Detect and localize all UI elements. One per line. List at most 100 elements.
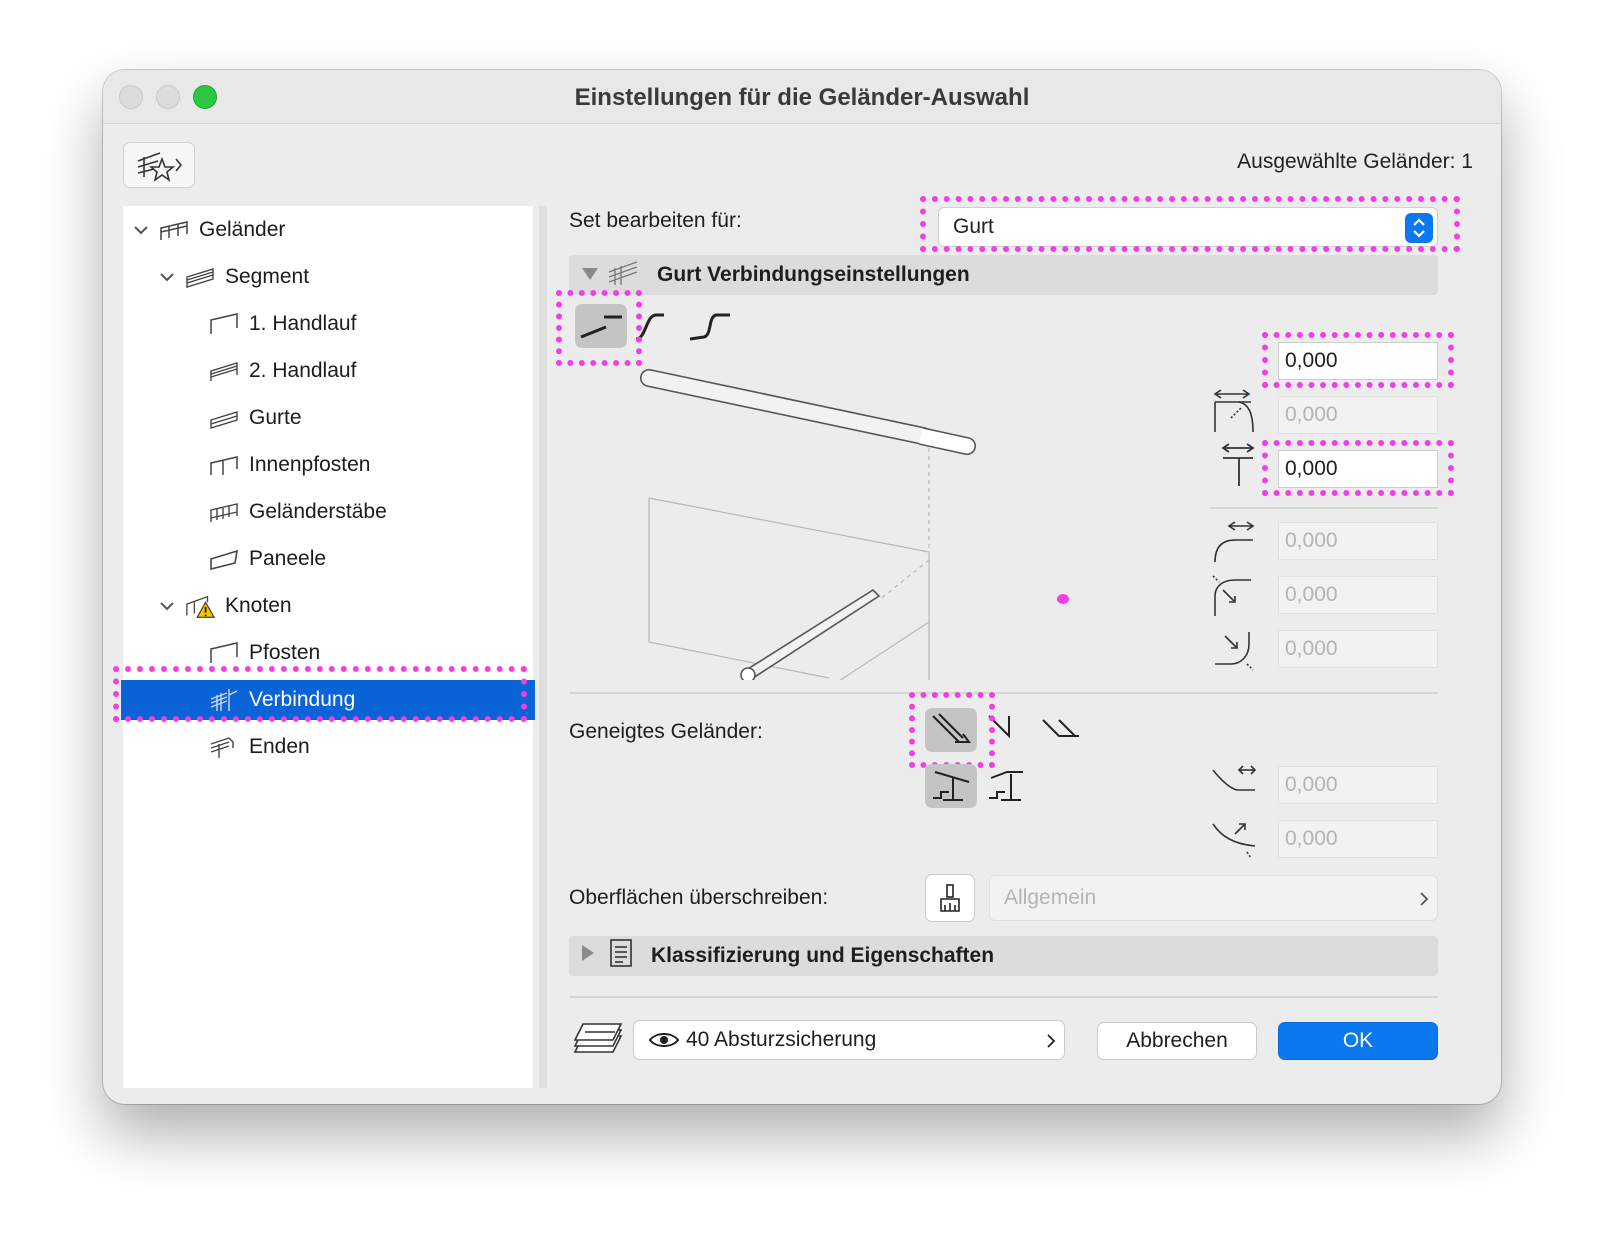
slope-type-3-button[interactable] [1035, 708, 1087, 752]
stair-post-icon [989, 771, 1023, 801]
tree-item-label: Geländerstäbe [249, 500, 387, 523]
slope-vertical-icon [988, 715, 1010, 739]
stair-type-2-button[interactable] [981, 764, 1033, 808]
slope-type-2-button[interactable] [981, 708, 1033, 752]
favorites-button[interactable] [123, 142, 195, 188]
section-title: Gurt Verbindungseinstellungen [657, 263, 970, 286]
set-edit-label: Set bearbeiten für: [569, 209, 742, 232]
connection-icon [209, 686, 239, 714]
footer-divider [569, 996, 1438, 998]
tree-item-label: Pfosten [249, 641, 321, 664]
tree-item-gelaender[interactable]: Geländer [123, 210, 533, 250]
chevron-right-icon [1047, 1034, 1056, 1048]
panel-divider[interactable] [539, 206, 547, 1088]
surface-select-value: Allgemein [1004, 886, 1097, 909]
section-divider [569, 692, 1438, 694]
connection-preview [639, 368, 977, 680]
stair-cut-icon [933, 771, 970, 801]
select-stepper-icon [1405, 213, 1433, 243]
segment-icon [185, 263, 215, 291]
settings-dialog: Einstellungen für die Geländer-Auswahl A… [103, 70, 1501, 1104]
tree-item-handlauf-2[interactable]: 2. Handlauf [123, 351, 533, 391]
ok-button[interactable]: OK [1278, 1022, 1438, 1060]
curve-offset-icon [1214, 521, 1255, 563]
tree-item-gelaenderstaebe[interactable]: Geländerstäbe [123, 492, 533, 532]
surface-override-button[interactable] [925, 874, 975, 922]
stair-type-1-button[interactable] [925, 764, 977, 808]
railing-icon [159, 216, 189, 244]
radius2-field[interactable]: 0,000 [1278, 576, 1438, 614]
ends-icon [209, 733, 239, 761]
node-warning-icon [185, 592, 215, 620]
tree-item-label: Verbindung [249, 688, 356, 711]
tree-item-enden[interactable]: Enden [123, 727, 533, 767]
surface-select[interactable]: Allgemein [989, 875, 1438, 921]
horizontal-offset-icon [1221, 443, 1255, 486]
outer-radius-icon [1215, 632, 1254, 671]
slope-offset-b-field[interactable]: 0,000 [1278, 820, 1438, 858]
chevron-down-icon[interactable] [157, 267, 177, 287]
slope-offset-a-field[interactable]: 0,000 [1278, 766, 1438, 804]
section-classification[interactable]: Klassifizierung und Eigenschaften [569, 936, 1438, 976]
settings-panel: Set bearbeiten für: Gurt Gurt Verbindung… [556, 70, 1460, 1104]
section-connection-settings[interactable]: Gurt Verbindungseinstellungen [569, 255, 1438, 295]
panel-icon [209, 545, 239, 573]
tree-item-paneele[interactable]: Paneele [123, 539, 533, 579]
tree-item-label: Enden [249, 735, 310, 758]
layer-select[interactable]: 40 Absturzsicherung [633, 1020, 1065, 1060]
slope-horizontal-icon [1042, 719, 1079, 737]
tree-item-label: 2. Handlauf [249, 359, 357, 382]
surface-override-label: Oberflächen überschreiben: [569, 886, 829, 909]
tree-item-label: Gurte [249, 406, 302, 429]
tree-item-handlauf-1[interactable]: 1. Handlauf [123, 304, 533, 344]
tree-item-label: Paneele [249, 547, 327, 570]
rail-icon [209, 404, 239, 432]
tree-item-innenpfosten[interactable]: Innenpfosten [123, 445, 533, 485]
marker-dot [1057, 594, 1069, 604]
tree-item-label: Geländer [199, 218, 286, 241]
layer-name: 40 Absturzsicherung [686, 1028, 877, 1051]
cancel-button[interactable]: Abbrechen [1097, 1022, 1257, 1060]
disclosure-down-icon[interactable] [581, 263, 599, 287]
tree-item-gurte[interactable]: Gurte [123, 398, 533, 438]
tree-item-verbindung[interactable]: Verbindung [121, 680, 535, 720]
radius1-field[interactable]: 0,000 [1278, 522, 1438, 560]
disclosure-right-icon[interactable] [581, 944, 595, 968]
set-select[interactable]: Gurt [938, 207, 1438, 247]
tree-item-label: 1. Handlauf [249, 312, 357, 335]
rail-connection-icon [607, 258, 643, 292]
tree-item-label: Innenpfosten [249, 453, 371, 476]
connection-type-curved-button[interactable] [629, 304, 681, 348]
tree-item-pfosten[interactable]: Pfosten [123, 633, 533, 673]
set-select-value: Gurt [953, 215, 994, 238]
fields-divider [1210, 507, 1438, 509]
curved-connection-icon [635, 313, 664, 341]
eye-icon [648, 1033, 680, 1047]
offset2-field[interactable]: 0,000 [1278, 450, 1438, 488]
chevron-down-icon[interactable] [131, 220, 151, 240]
top-offset-field[interactable]: 0,000 [1278, 342, 1438, 380]
slope-cut-icon [932, 713, 971, 743]
post-icon [209, 639, 239, 667]
tree-item-segment[interactable]: Segment [123, 257, 533, 297]
inner-radius-icon [1212, 575, 1251, 616]
chevron-down-icon[interactable] [157, 596, 177, 616]
tree-item-knoten[interactable]: Knoten [123, 586, 533, 626]
slope-type-1-button[interactable] [925, 708, 977, 752]
slope-offset-icon [1212, 765, 1257, 791]
section-title: Klassifizierung und Eigenschaften [651, 944, 995, 967]
tree-item-label: Segment [225, 265, 310, 288]
offset1-field[interactable]: 0,000 [1278, 396, 1438, 434]
connection-type-straight-button[interactable] [575, 304, 627, 348]
chevron-right-icon [1420, 892, 1429, 906]
handrail-icon [209, 310, 239, 338]
favorites-icon [137, 152, 183, 182]
slope-radius-icon [1212, 823, 1256, 859]
radius3-field[interactable]: 0,000 [1278, 630, 1438, 668]
connection-type-s-button[interactable] [683, 304, 735, 348]
paint-brush-icon [940, 884, 960, 912]
handrail-2-icon [209, 357, 239, 385]
horizontal-offset-radius-icon [1213, 389, 1254, 433]
inner-post-icon [209, 451, 239, 479]
sloped-railing-label: Geneigtes Geländer: [569, 720, 763, 743]
